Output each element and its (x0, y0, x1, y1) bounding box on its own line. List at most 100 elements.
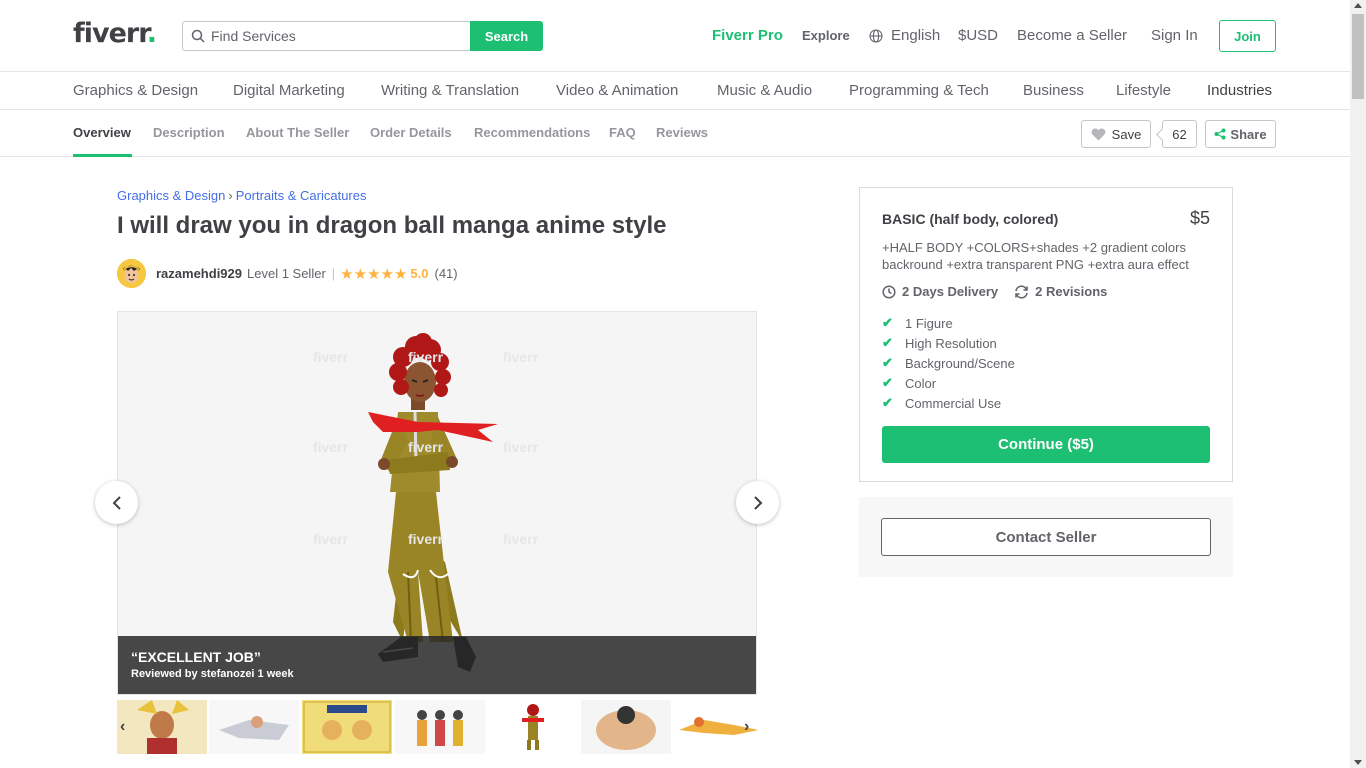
category-graphics-design[interactable]: Graphics & Design (73, 82, 198, 99)
svg-text:fiverr: fiverr (408, 531, 444, 547)
svg-text:fiverr: fiverr (503, 439, 539, 455)
category-digital-marketing[interactable]: Digital Marketing (233, 82, 345, 99)
breadcrumb-graphics-design[interactable]: Graphics & Design (117, 188, 225, 203)
rating-score: 5.0 (410, 266, 429, 281)
svg-text:fiverr: fiverr (503, 531, 539, 547)
seller-level: Level 1 Seller (247, 266, 326, 281)
svg-text:fiverr: fiverr (408, 439, 444, 455)
explore-link[interactable]: Explore (802, 28, 850, 43)
review-author: Reviewed by stefanozei 1 week (131, 668, 294, 680)
category-industries[interactable]: Industries (1207, 82, 1272, 99)
site-header: fiverr. Search Fiverr Pro Explore Englis… (0, 0, 1350, 72)
thumbnail-selected[interactable] (488, 700, 578, 754)
svg-text:fiverr: fiverr (313, 349, 349, 365)
gallery-next-button[interactable] (736, 481, 779, 524)
package-card: BASIC (half body, colored) $5 +HALF BODY… (859, 187, 1233, 482)
gallery-prev-button[interactable] (95, 481, 138, 524)
svg-text:fiverr: fiverr (408, 349, 444, 365)
language-selector[interactable]: English (891, 27, 940, 44)
chevron-left-icon (112, 495, 121, 510)
fiverr-pro-link[interactable]: Fiverr Pro (712, 27, 783, 44)
feature-item: ✔ Commercial Use (882, 395, 1002, 411)
feature-item: ✔ High Resolution (882, 335, 997, 351)
contact-seller-panel: Contact Seller (859, 497, 1233, 577)
check-icon: ✔ (882, 375, 893, 390)
check-icon: ✔ (882, 315, 893, 330)
check-icon: ✔ (882, 335, 893, 350)
share-button[interactable]: Share (1205, 120, 1276, 148)
currency-selector[interactable]: $USD (958, 27, 998, 44)
gig-gallery[interactable]: fiverr fiverr fiverr fiverr fiverr fiverr fi… (117, 311, 757, 695)
seller-name[interactable]: razamehdi929 (156, 266, 242, 281)
seller-avatar[interactable] (117, 259, 146, 288)
review-overlay: “EXCELLENT JOB” Reviewed by stefanozei 1… (118, 636, 756, 694)
package-features: ✔ 1 Figure ✔ High Resolution ✔ Background/S… (882, 313, 1210, 413)
svg-text:fiverr: fiverr (503, 349, 539, 365)
package-name: BASIC (half body, colored) (882, 211, 1059, 227)
search-input[interactable] (211, 28, 451, 44)
tab-description[interactable]: Description (153, 125, 225, 140)
rating-count[interactable]: (41) (435, 266, 458, 281)
breadcrumb: Graphics & Design › Portraits & Caricature… (117, 188, 367, 203)
category-writing-translation[interactable]: Writing & Translation (381, 82, 519, 99)
package-description: +HALF BODY +COLORS+shades +2 gradient co… (882, 240, 1189, 272)
gig-subnav: Overview Description About The Seller Or… (0, 110, 1350, 157)
seller-overview: razamehdi929 Level 1 Seller | ★★★★★ 5.0 … (117, 259, 458, 288)
tab-about-seller[interactable]: About The Seller (246, 125, 349, 140)
tab-reviews[interactable]: Reviews (656, 125, 708, 140)
globe-icon (869, 29, 883, 47)
package-price: $5 (1189, 208, 1210, 228)
continue-button[interactable]: Continue ($5) (882, 426, 1210, 463)
scroll-down-icon[interactable] (1354, 760, 1362, 765)
breadcrumb-separator: › (228, 188, 233, 203)
thumbnail[interactable] (302, 700, 392, 754)
category-programming-tech[interactable]: Programming & Tech (849, 82, 989, 99)
become-seller-link[interactable]: Become a Seller (1017, 27, 1127, 44)
category-music-audio[interactable]: Music & Audio (717, 82, 812, 99)
category-menu: Graphics & Design Digital Marketing Writ… (0, 73, 1350, 110)
check-icon: ✔ (882, 395, 893, 410)
clock-icon (882, 284, 896, 299)
join-button[interactable]: Join (1219, 20, 1276, 52)
rating-stars: ★★★★★ (340, 265, 408, 283)
page-scrollbar[interactable] (1350, 0, 1366, 768)
sign-in-link[interactable]: Sign In (1151, 27, 1198, 44)
search-field[interactable] (182, 21, 470, 51)
thumbnail[interactable] (581, 700, 671, 754)
contact-seller-button[interactable]: Contact Seller (881, 518, 1211, 556)
thumbnail[interactable] (209, 700, 299, 754)
thumbnail[interactable] (395, 700, 485, 754)
revisions-count: 2 Revisions (1014, 284, 1107, 299)
chevron-right-icon[interactable]: › (744, 718, 749, 736)
search-icon (191, 29, 205, 43)
share-label: Share (1230, 126, 1267, 142)
tab-faq[interactable]: FAQ (609, 125, 636, 140)
fiverr-logo[interactable]: fiverr. (73, 18, 157, 49)
save-label: Save (1111, 126, 1142, 142)
thumbnail[interactable] (117, 700, 207, 754)
chevron-right-icon (753, 495, 762, 510)
category-lifestyle[interactable]: Lifestyle (1116, 82, 1171, 99)
divider: | (331, 266, 336, 281)
search-button[interactable]: Search (470, 21, 543, 51)
feature-item: ✔ Background/Scene (882, 355, 1015, 371)
feature-item: ✔ 1 Figure (882, 315, 953, 331)
review-quote: “EXCELLENT JOB” (131, 649, 261, 665)
category-business[interactable]: Business (1023, 82, 1084, 99)
breadcrumb-portraits[interactable]: Portraits & Caricatures (236, 188, 367, 203)
refresh-icon (1015, 284, 1028, 299)
active-tab-indicator (73, 154, 132, 157)
chevron-left-icon[interactable]: ‹ (120, 718, 125, 736)
svg-text:fiverr: fiverr (313, 439, 349, 455)
check-icon: ✔ (882, 355, 893, 370)
share-icon (1214, 128, 1226, 140)
category-video-animation[interactable]: Video & Animation (556, 82, 678, 99)
tab-recommendations[interactable]: Recommendations (474, 125, 590, 140)
scroll-thumb[interactable] (1352, 14, 1364, 99)
gig-title: I will draw you in dragon ball manga ani… (117, 212, 667, 239)
delivery-time: 2 Days Delivery (882, 284, 998, 299)
save-button[interactable]: Save (1081, 120, 1151, 148)
tab-overview[interactable]: Overview (73, 125, 131, 140)
tab-order-details[interactable]: Order Details (370, 125, 452, 140)
scroll-up-icon[interactable] (1354, 3, 1362, 8)
